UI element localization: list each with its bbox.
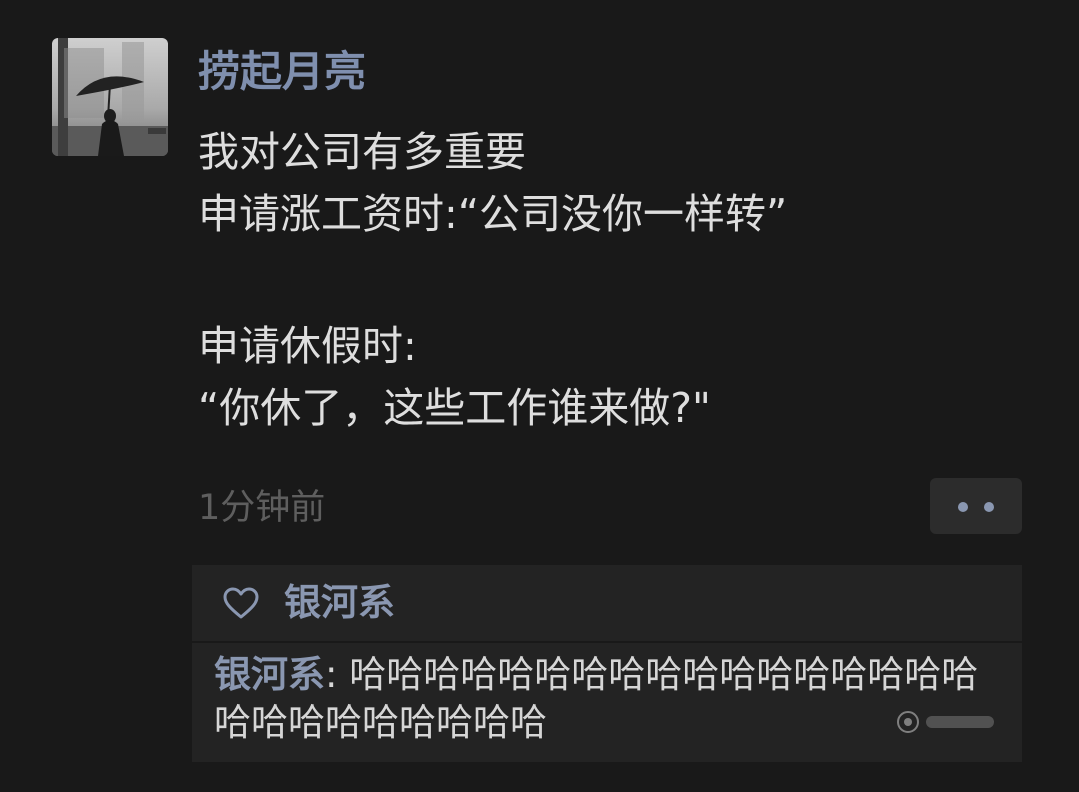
comment-author[interactable]: 银河系 [214,653,325,696]
more-dots-icon [984,502,994,512]
avatar-image [52,38,168,156]
comment-panel: 银河系 银河系: 哈哈哈哈哈哈哈哈哈哈哈哈哈哈哈哈哈哈哈哈哈哈哈哈哈哈 [192,565,1022,762]
like-user-name[interactable]: 银河系 [284,577,395,629]
post-body: 我对公司有多重要 申请涨工资时:“公司没你一样转” 申请休假时: “你休了，这些… [198,121,1058,439]
heart-outline-icon [223,587,259,619]
post-text-line: 申请休假时: [198,322,417,370]
likes-row: 银河系 [192,565,1022,643]
watermark-logo [897,711,994,733]
avatar[interactable] [52,38,168,156]
post-text-line: “你休了，这些工作谁来做?" [198,384,711,432]
more-dots-icon [958,502,968,512]
more-actions-button[interactable] [930,478,1022,534]
comment-separator: : [325,653,350,696]
post-timestamp: 1分钟前 [198,488,326,528]
post-blank-line [198,245,1058,315]
post-author-name[interactable]: 捞起月亮 [198,42,366,102]
post-text-line: 我对公司有多重要 [198,128,526,176]
post-text-line: 申请涨工资时:“公司没你一样转” [198,190,788,238]
